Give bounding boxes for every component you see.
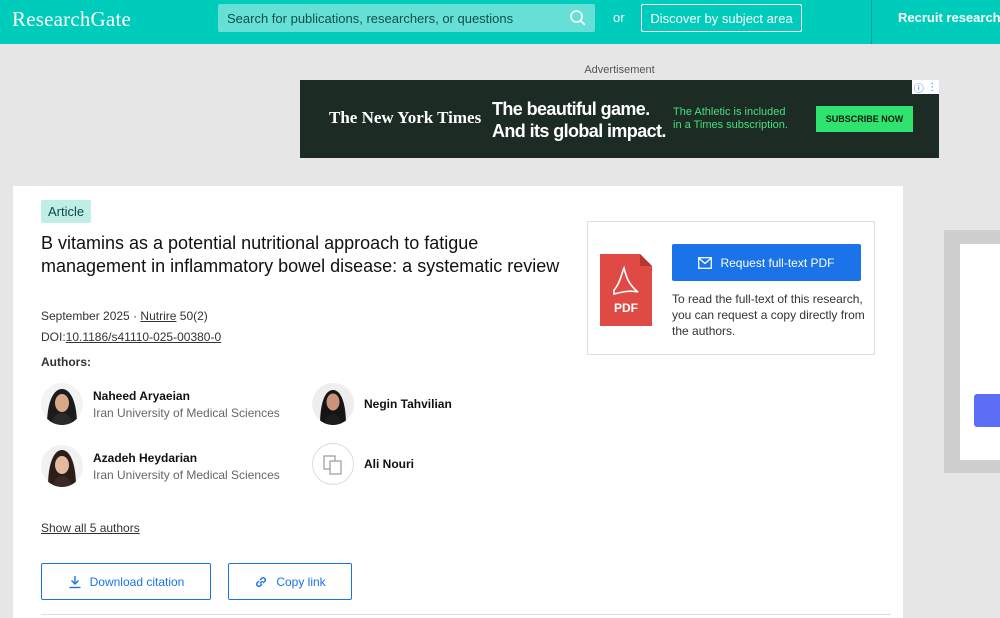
author-item[interactable]: Ali Nouri: [312, 443, 414, 485]
top-navigation-bar: ResearchGate or Discover by subject area…: [0, 0, 1000, 44]
publication-meta: September 2025 · Nutrire 50(2): [41, 309, 208, 323]
ad-subtext-line: in a Times subscription.: [673, 119, 788, 131]
info-icon[interactable]: ⓘ: [914, 80, 924, 95]
request-fulltext-pdf-button[interactable]: Request full-text PDF: [672, 244, 861, 281]
ad-headline-line: And its global impact.: [492, 121, 666, 141]
author-institution: Iran University of Medical Sciences: [93, 405, 280, 420]
show-all-authors-link[interactable]: Show all 5 authors: [41, 521, 140, 535]
search-icon[interactable]: [569, 9, 587, 27]
subscribe-now-button[interactable]: SUBSCRIBE NOW: [816, 106, 913, 132]
request-fulltext-label: Request full-text PDF: [720, 255, 835, 270]
author-avatar[interactable]: [41, 383, 83, 425]
author-name[interactable]: Naheed Aryaeian: [93, 389, 280, 403]
author-item[interactable]: Negin Tahvilian: [312, 383, 452, 425]
download-icon: [69, 575, 81, 588]
author-institution: Iran University of Medical Sciences: [93, 467, 280, 482]
author-avatar[interactable]: [41, 445, 83, 487]
author-name[interactable]: Azadeh Heydarian: [93, 451, 280, 465]
author-name[interactable]: Negin Tahvilian: [364, 397, 452, 411]
ad-headline: The beautiful game. And its global impac…: [492, 98, 666, 142]
download-citation-button[interactable]: Download citation: [41, 563, 211, 600]
doi-line: DOI:10.1186/s41110-025-00380-0: [41, 330, 221, 344]
authors-heading: Authors:: [41, 355, 91, 369]
author-avatar[interactable]: [312, 443, 354, 485]
pdf-file-icon: PDF: [600, 254, 652, 326]
author-item[interactable]: Azadeh Heydarian Iran University of Medi…: [41, 445, 280, 487]
author-avatar[interactable]: [312, 383, 354, 425]
more-options-icon[interactable]: ⋮: [927, 82, 937, 93]
side-panel-button[interactable]: [974, 394, 1000, 427]
avatar-photo-icon: [41, 445, 83, 487]
doi-label: DOI:: [41, 330, 66, 344]
ad-headline-line: The beautiful game.: [492, 99, 650, 119]
section-divider: [41, 614, 891, 615]
ad-choices[interactable]: ⓘ ⋮: [912, 80, 939, 95]
article-title: B vitamins as a potential nutritional ap…: [41, 233, 560, 276]
pdf-icon-label: PDF: [614, 301, 638, 315]
publication-date: September 2025: [41, 309, 130, 323]
copy-link-label: Copy link: [276, 574, 326, 589]
article-type-badge: Article: [41, 200, 92, 223]
or-label: or: [613, 10, 625, 25]
researchgate-logo[interactable]: ResearchGate: [12, 7, 131, 32]
author-item[interactable]: Naheed Aryaeian Iran University of Medic…: [41, 383, 280, 425]
doi-link[interactable]: 10.1186/s41110-025-00380-0: [66, 330, 221, 344]
envelope-icon: [698, 256, 713, 269]
fulltext-request-box: PDF Request full-text PDF To read the fu…: [587, 221, 875, 355]
discover-by-subject-button[interactable]: Discover by subject area: [641, 4, 802, 32]
journal-link[interactable]: Nutrire: [140, 309, 176, 323]
ad-subtext-line: The Athletic is included: [673, 106, 786, 118]
link-icon: [256, 576, 267, 587]
publication-card: Article B vitamins as a potential nutrit…: [13, 186, 903, 618]
search-box[interactable]: [218, 4, 595, 32]
avatar-photo-icon: [312, 383, 354, 425]
placeholder-avatar-icon: [323, 455, 342, 475]
side-panel: [960, 244, 1000, 460]
copy-link-button[interactable]: Copy link: [228, 563, 352, 600]
download-citation-label: Download citation: [89, 574, 185, 589]
meta-separator: ·: [129, 309, 141, 323]
advertisement-banner[interactable]: The New York Times The beautiful game. A…: [300, 80, 939, 158]
fulltext-description: To read the full-text of this research, …: [672, 292, 865, 338]
journal-volume: 50(2): [179, 309, 208, 323]
advertisement-label: Advertisement: [584, 64, 655, 76]
ad-subtext: The Athletic is included in a Times subs…: [673, 106, 788, 132]
nyt-logo: The New York Times: [329, 108, 482, 127]
author-name[interactable]: Ali Nouri: [364, 457, 414, 471]
search-input[interactable]: [227, 10, 557, 26]
avatar-photo-icon: [41, 383, 83, 425]
header-divider: [871, 0, 872, 44]
recruit-researchers-link[interactable]: Recruit researchers: [898, 10, 1000, 25]
